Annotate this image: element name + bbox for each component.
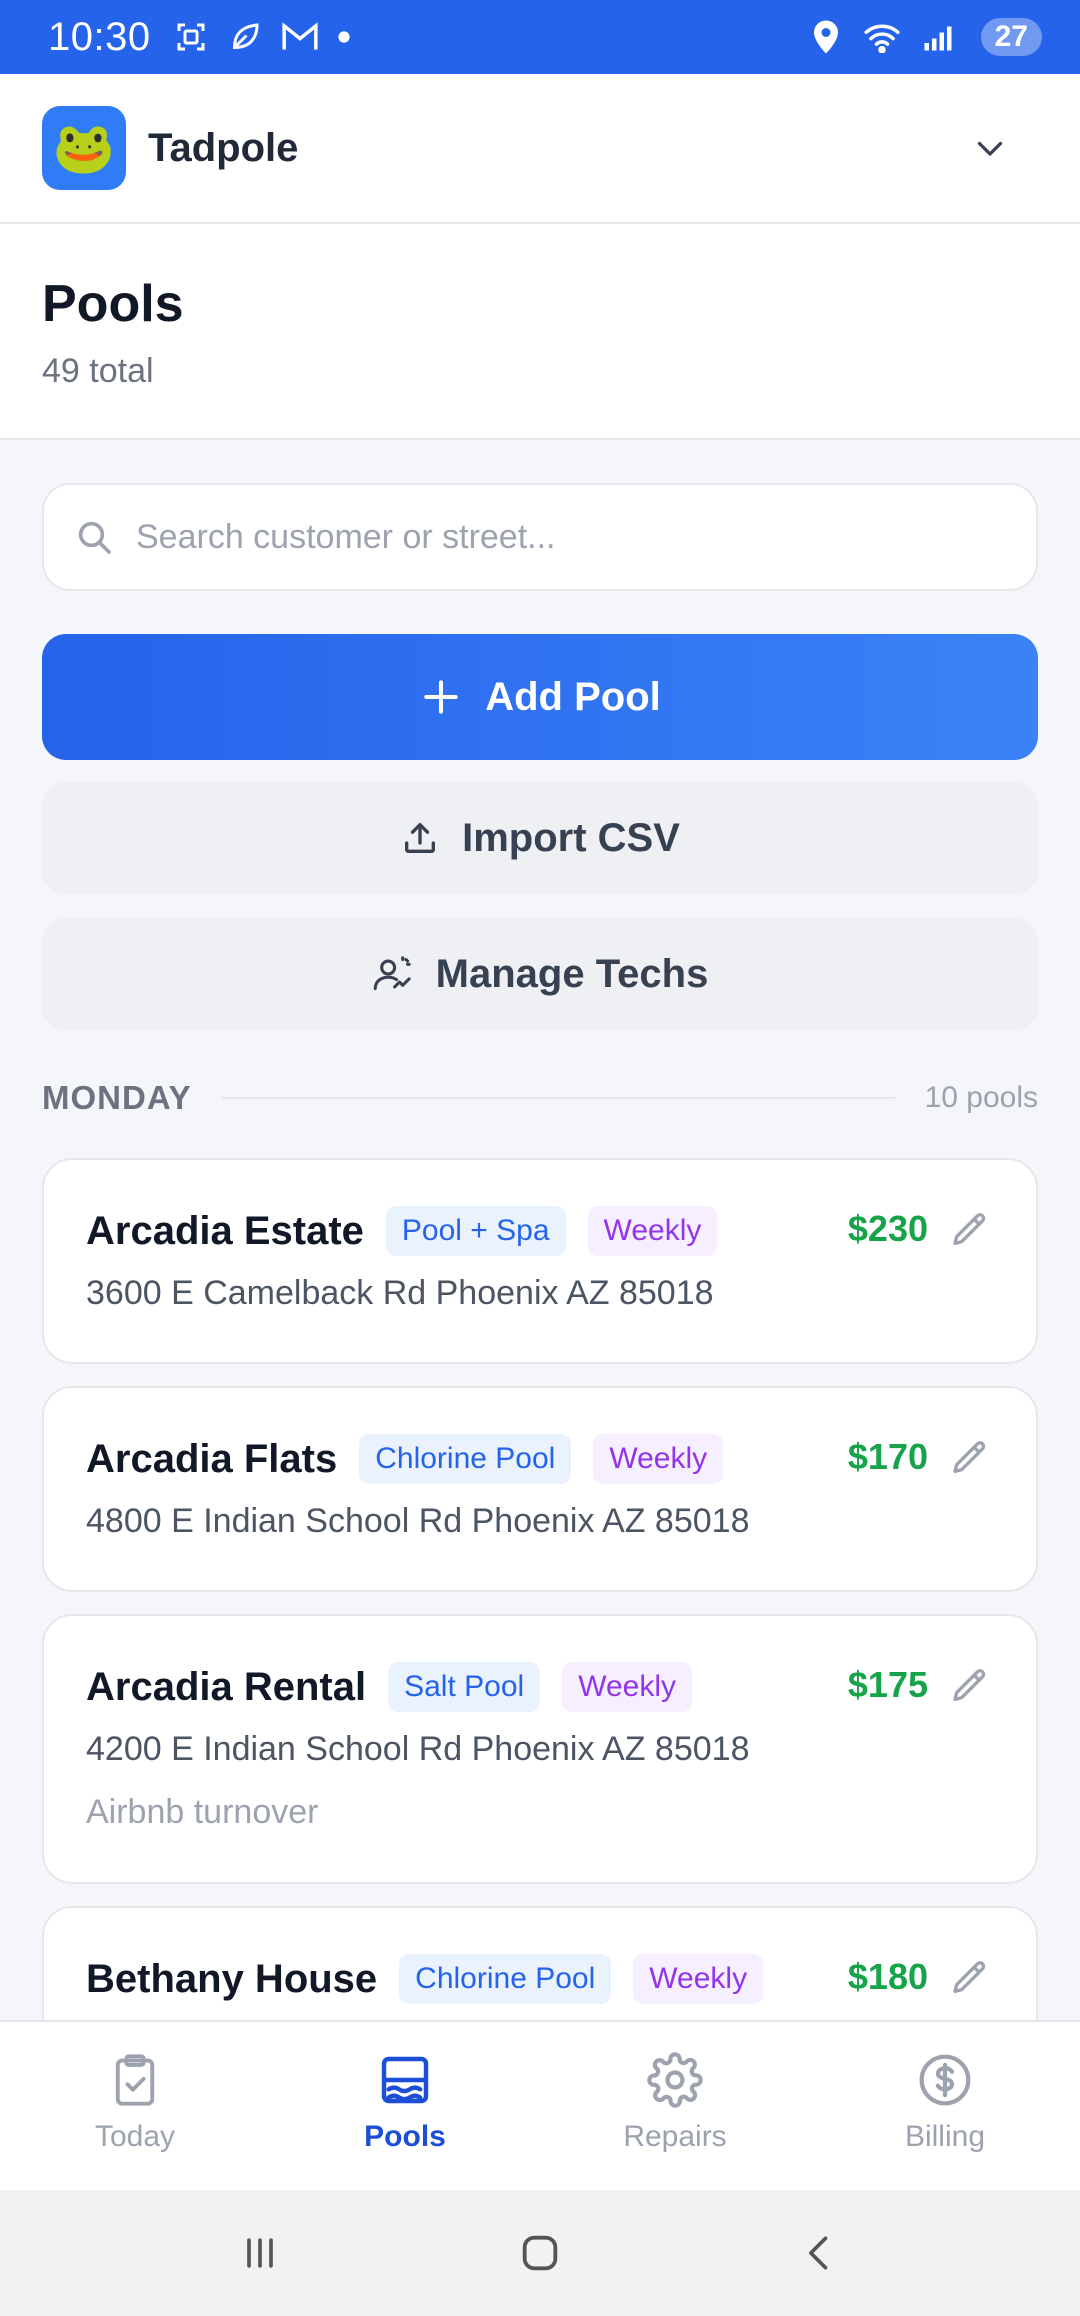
frog-logo-icon: 🐸 xyxy=(52,120,116,176)
bottom-nav: Today Pools Repairs Billing xyxy=(0,2020,1080,2190)
edit-pool-button[interactable] xyxy=(946,1662,994,1710)
app-name: Tadpole xyxy=(148,125,299,170)
gear-icon xyxy=(647,2052,703,2108)
battery-indicator: 27 xyxy=(980,18,1042,56)
pool-card[interactable]: Arcadia Rental Salt Pool Weekly $175 420… xyxy=(42,1614,1038,1884)
pool-type-tag: Pool + Spa xyxy=(385,1206,566,1256)
pool-type-tag: Chlorine Pool xyxy=(399,1954,612,2004)
notification-icons xyxy=(173,19,351,55)
pencil-icon xyxy=(953,1669,986,1701)
pool-address: 4200 E Indian School Rd Phoenix AZ 85018 xyxy=(86,1730,750,1768)
account-dropdown-button[interactable] xyxy=(960,118,1020,178)
frequency-tag: Weekly xyxy=(593,1434,724,1484)
pool-address: 4800 E Indian School Rd Phoenix AZ 85018 xyxy=(86,1502,750,1540)
screenshot-icon xyxy=(177,23,205,51)
leaf-icon xyxy=(232,23,259,50)
pencil-icon xyxy=(953,1441,986,1473)
pool-card[interactable]: Arcadia Flats Chlorine Pool Weekly $170 … xyxy=(42,1386,1038,1592)
pool-price: $175 xyxy=(847,1664,928,1705)
dollar-icon xyxy=(919,2054,971,2106)
status-time: 10:30 xyxy=(48,14,151,59)
search-icon xyxy=(78,521,111,554)
page-header: Pools 49 total xyxy=(0,224,1080,440)
pool-name: Bethany House xyxy=(86,1956,378,2001)
pool-type-tag: Chlorine Pool xyxy=(359,1434,572,1484)
day-section-title: MONDAY xyxy=(42,1079,192,1116)
manage-techs-label: Manage Techs xyxy=(435,951,709,996)
nav-label-billing: Billing xyxy=(904,2120,986,2153)
dot-icon xyxy=(338,31,350,43)
page-title: Pools xyxy=(42,275,184,333)
back-button[interactable] xyxy=(775,2208,865,2298)
pool-card[interactable]: Arcadia Estate Pool + Spa Weekly $230 36… xyxy=(42,1158,1038,1364)
signal-icon xyxy=(924,26,952,51)
pool-price: $230 xyxy=(847,1208,928,1249)
manage-techs-button[interactable]: Manage Techs xyxy=(42,918,1038,1030)
edit-pool-button[interactable] xyxy=(946,1206,994,1254)
day-section-header: MONDAY 10 pools xyxy=(42,1078,1038,1118)
nav-item-today[interactable]: Today xyxy=(0,2022,270,2190)
back-icon xyxy=(809,2236,828,2270)
recents-icon xyxy=(247,2238,273,2268)
import-csv-button[interactable]: Import CSV xyxy=(42,782,1038,894)
page-subtitle: 49 total xyxy=(42,352,154,390)
search-input[interactable] xyxy=(136,517,1006,557)
import-csv-label: Import CSV xyxy=(462,815,680,860)
nav-label-repairs: Repairs xyxy=(623,2120,727,2153)
pool-address: 3600 E Camelback Rd Phoenix AZ 85018 xyxy=(86,1274,714,1312)
upload-icon xyxy=(405,823,436,853)
pool-type-tag: Salt Pool xyxy=(388,1662,541,1712)
recents-button[interactable] xyxy=(215,2208,305,2298)
wifi-icon xyxy=(864,24,900,53)
chevron-down-icon xyxy=(977,141,1003,156)
pool-note: Airbnb turnover xyxy=(86,1793,319,1831)
pools-content[interactable]: Add Pool Import CSV Manage Techs MONDAY … xyxy=(0,440,1080,2020)
status-right: 27 xyxy=(811,18,1042,56)
pool-price: $180 xyxy=(847,1956,928,1997)
nav-item-repairs[interactable]: Repairs xyxy=(540,2022,810,2190)
frequency-tag: Weekly xyxy=(587,1206,718,1256)
frequency-tag: Weekly xyxy=(633,1954,764,2004)
pencil-icon xyxy=(953,1961,986,1993)
clipboard-check-icon xyxy=(115,2054,155,2106)
location-icon xyxy=(813,20,838,54)
nav-item-billing[interactable]: Billing xyxy=(810,2022,1080,2190)
nav-item-pools[interactable]: Pools xyxy=(270,2022,540,2190)
users-cog-icon xyxy=(373,956,411,991)
status-bar: 10:30 27 xyxy=(0,0,1080,74)
pool-name: Arcadia Estate xyxy=(86,1208,364,1253)
frequency-tag: Weekly xyxy=(562,1662,692,1712)
app-logo: 🐸 xyxy=(42,106,126,190)
home-icon xyxy=(522,2235,558,2271)
search-box[interactable] xyxy=(42,483,1038,591)
gmail-icon xyxy=(282,22,318,50)
pool-list: Arcadia Estate Pool + Spa Weekly $230 36… xyxy=(42,1158,1038,2020)
pool-name: Arcadia Flats xyxy=(86,1436,338,1481)
pool-name: Arcadia Rental xyxy=(86,1664,367,1709)
pencil-icon xyxy=(953,1213,986,1245)
nav-label-today: Today xyxy=(94,2120,176,2153)
add-pool-label: Add Pool xyxy=(485,674,661,719)
pool-price: $170 xyxy=(847,1436,928,1477)
edit-pool-button[interactable] xyxy=(946,1954,994,2002)
edit-pool-button[interactable] xyxy=(946,1434,994,1482)
plus-icon xyxy=(424,680,458,714)
section-divider xyxy=(221,1097,895,1099)
nav-label-pools: Pools xyxy=(364,2120,446,2153)
home-button[interactable] xyxy=(495,2208,585,2298)
pool-icon xyxy=(381,2056,429,2104)
day-section-count: 10 pools xyxy=(924,1081,1038,1114)
add-pool-button[interactable]: Add Pool xyxy=(42,634,1038,760)
system-nav-bar xyxy=(0,2190,1080,2316)
pool-card[interactable]: Bethany House Chlorine Pool Weekly $180 xyxy=(42,1906,1038,2020)
app-header: 🐸 Tadpole xyxy=(0,74,1080,224)
